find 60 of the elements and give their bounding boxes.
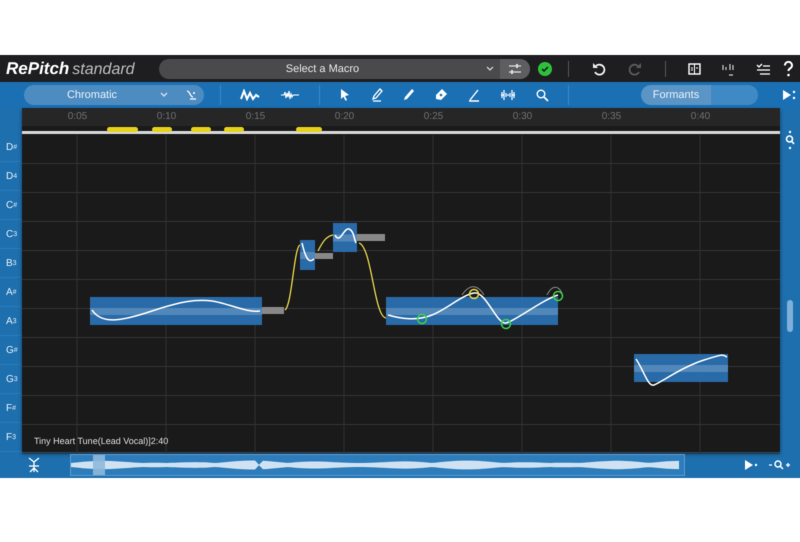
formants-toggle[interactable]: Formants: [641, 85, 711, 105]
zoom-icon[interactable]: [768, 459, 790, 471]
scroll-thumb[interactable]: [787, 300, 793, 332]
anchor-point[interactable]: [500, 318, 512, 330]
play-icon[interactable]: [782, 89, 796, 101]
note-blob[interactable]: [386, 292, 558, 325]
time-label: 0:05: [66, 110, 88, 124]
pencil-icon[interactable]: [403, 88, 415, 102]
anchor-point[interactable]: [552, 290, 564, 302]
playhead-handle[interactable]: [93, 455, 105, 475]
snap-icon: [185, 89, 197, 101]
macro-dropdown[interactable]: Select a Macro: [158, 58, 530, 78]
undo-icon[interactable]: [592, 62, 606, 76]
region-marker[interactable]: [107, 127, 138, 132]
grid-icon[interactable]: [721, 62, 734, 76]
time-label: 0:35: [600, 110, 622, 124]
time-label: 0:20: [334, 110, 356, 124]
pitch-curve-icon[interactable]: [240, 89, 260, 101]
region-marker[interactable]: [224, 127, 244, 132]
note-blob[interactable]: [634, 354, 728, 386]
pitch-curve[interactable]: [317, 234, 334, 252]
play-icon[interactable]: [744, 459, 758, 471]
pointer-icon[interactable]: [339, 88, 351, 102]
toggle-segment[interactable]: [711, 85, 758, 105]
pen-icon[interactable]: [371, 88, 383, 102]
snap-button[interactable]: [178, 85, 204, 105]
sliders-icon: [508, 62, 522, 74]
edition-label: standard: [72, 60, 135, 78]
panel-icon[interactable]: [688, 62, 702, 74]
time-label: 0:30: [512, 110, 534, 124]
check-icon: [538, 62, 552, 76]
time-label: 0:15: [244, 110, 266, 124]
region-marker[interactable]: [191, 127, 211, 132]
caret-icon: [486, 66, 494, 72]
split-waveform-icon[interactable]: [500, 89, 516, 101]
line-tool-icon[interactable]: [468, 88, 480, 102]
time-label: 0:25: [422, 110, 444, 124]
help-icon[interactable]: [783, 60, 794, 76]
search-icon[interactable]: [536, 88, 549, 102]
pitch-curve[interactable]: [358, 242, 386, 319]
list-icon[interactable]: [756, 62, 772, 74]
figure-icon[interactable]: [28, 457, 40, 473]
scale-dropdown[interactable]: Chromatic: [24, 85, 178, 105]
pitch-curve[interactable]: [284, 244, 300, 310]
waveform-icon[interactable]: [280, 89, 300, 101]
time-label: 0:10: [156, 110, 178, 124]
region-marker[interactable]: [296, 127, 322, 132]
region-marker[interactable]: [152, 127, 172, 132]
timeline-ruler[interactable]: 0:05 0:10 0:15 0:20 0:25 0:30 0:35 0:40: [22, 108, 780, 126]
pitch-tail: [357, 234, 385, 241]
anchor-point[interactable]: [468, 288, 480, 300]
nib-icon[interactable]: [435, 88, 448, 102]
settings-button[interactable]: [500, 58, 530, 78]
track-info: Tiny Heart Tune(Lead Vocal)]2:40: [34, 436, 168, 446]
caret-icon: [160, 92, 168, 98]
pitch-tail: [262, 307, 284, 314]
time-label: 0:40: [690, 110, 712, 124]
zoom-icon[interactable]: [785, 130, 795, 150]
pitch-tail: [315, 253, 333, 259]
app-logo: RePitch: [6, 58, 70, 78]
